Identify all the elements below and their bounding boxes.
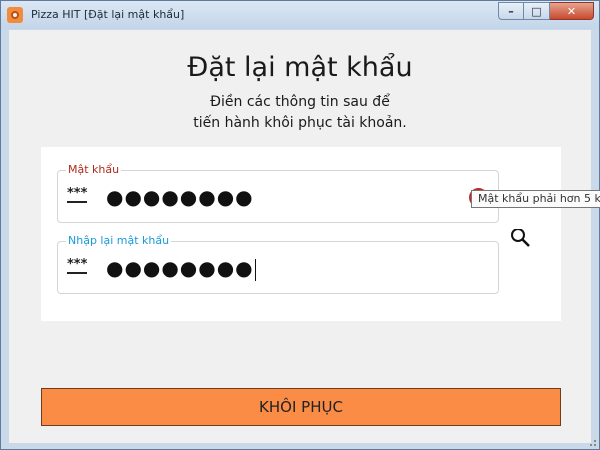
asterisk-icon: *** <box>67 186 88 203</box>
close-button[interactable]: ✕ <box>550 2 594 20</box>
text-caret <box>254 258 256 281</box>
confirm-password-label: Nhập lại mật khẩu <box>66 234 172 248</box>
restore-button[interactable]: KHÔI PHỤC <box>41 388 561 426</box>
error-tooltip: Mật khẩu phải hơn 5 ký tự <box>471 190 600 208</box>
form-card: Mật khẩu *** ●●●●●●●● ! Nhập lại mật khẩ… <box>41 147 561 321</box>
password-label: Mật khẩu <box>66 163 122 177</box>
window-controls: – □ ✕ <box>498 2 594 20</box>
confirm-password-field[interactable]: Nhập lại mật khẩu *** ●●●●●●●● <box>57 234 499 294</box>
window-title: Pizza HIT [Đặt lại mật khẩu] <box>31 8 185 21</box>
resize-grip-icon[interactable] <box>587 437 597 447</box>
window-content: Đặt lại mật khẩu Điền các thông tin sau … <box>9 30 591 443</box>
minimize-icon: – <box>508 4 514 18</box>
page-subtitle: Điền các thông tin sau để tiến hành khôi… <box>9 92 591 134</box>
search-icon <box>511 229 530 247</box>
page-title: Đặt lại mật khẩu <box>187 52 413 83</box>
password-value[interactable]: ●●●●●●●● <box>106 185 254 209</box>
subtitle-line-1: Điền các thông tin sau để <box>210 94 390 110</box>
maximize-button[interactable]: □ <box>524 2 550 20</box>
close-icon: ✕ <box>566 4 577 18</box>
pizza-app-icon <box>7 7 23 23</box>
minimize-button[interactable]: – <box>498 2 524 20</box>
subtitle-line-2: tiến hành khôi phục tài khoản. <box>193 115 407 131</box>
maximize-icon: □ <box>531 4 542 18</box>
password-field[interactable]: Mật khẩu *** ●●●●●●●● ! <box>57 163 499 223</box>
app-window: Pizza HIT [Đặt lại mật khẩu] – □ ✕ Đặt l… <box>0 0 600 450</box>
confirm-password-dots: ●●●●●●●● <box>106 256 254 280</box>
confirm-password-value[interactable]: ●●●●●●●● <box>106 256 256 281</box>
title-bar[interactable]: Pizza HIT [Đặt lại mật khẩu] – □ ✕ <box>1 1 599 29</box>
asterisk-icon: *** <box>67 257 88 274</box>
